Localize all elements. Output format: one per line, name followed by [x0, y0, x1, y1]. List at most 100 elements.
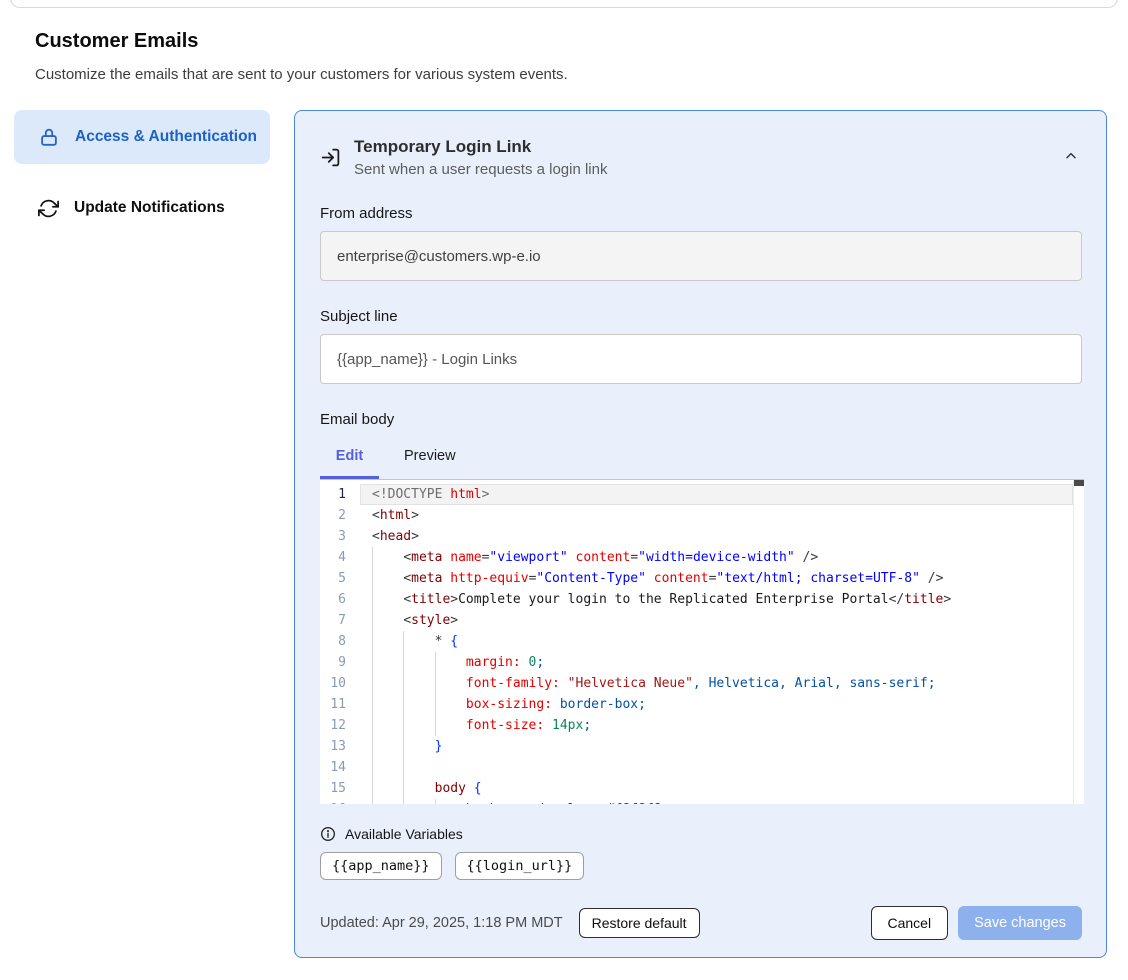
- code-token: font-size:: [466, 718, 544, 733]
- code-line[interactable]: 16 background-color: #f8f8f8;: [320, 799, 1073, 804]
- indent-guide: [403, 631, 404, 652]
- subject-line-input[interactable]: [320, 334, 1082, 384]
- code-token: 14px: [552, 718, 583, 733]
- code-token: [372, 697, 466, 712]
- code-token: content: [654, 571, 709, 586]
- code-token: {: [450, 634, 458, 649]
- line-number: 1: [320, 484, 360, 505]
- code-token: >: [411, 508, 419, 523]
- code-line-content: <!DOCTYPE html>: [360, 484, 1073, 505]
- indent-guide: [372, 757, 373, 778]
- page-subtitle: Customize the emails that are sent to yo…: [35, 66, 568, 83]
- code-token: name: [450, 550, 481, 565]
- cancel-button[interactable]: Cancel: [871, 906, 949, 940]
- email-settings-panel: Temporary Login Link Sent when a user re…: [294, 110, 1107, 958]
- code-line-content: <meta name="viewport" content="width=dev…: [360, 547, 1073, 568]
- code-token: }: [435, 739, 443, 754]
- indent-guide: [403, 715, 404, 736]
- code-token: >: [450, 592, 458, 607]
- line-number: 14: [320, 757, 360, 778]
- code-token: />: [920, 571, 943, 586]
- code-line-content: body {: [360, 778, 1073, 799]
- code-token: http-equiv: [450, 571, 528, 586]
- line-number: 11: [320, 694, 360, 715]
- code-line[interactable]: 3<head>: [320, 526, 1073, 547]
- from-address-input[interactable]: [320, 231, 1082, 281]
- code-token: Helvetica: [709, 676, 779, 691]
- code-token: <: [403, 592, 411, 607]
- code-token: [552, 697, 560, 712]
- code-line[interactable]: 14: [320, 757, 1073, 778]
- code-line[interactable]: 10 font-family: "Helvetica Neue", Helvet…: [320, 673, 1073, 694]
- code-line[interactable]: 4 <meta name="viewport" content="width=d…: [320, 547, 1073, 568]
- line-number: 16: [320, 799, 360, 804]
- code-token: sans-serif: [849, 676, 927, 691]
- indent-guide: [372, 715, 373, 736]
- code-line-content: box-sizing: border-box;: [360, 694, 1073, 715]
- code-token: font-family:: [466, 676, 560, 691]
- editor-scrollbar[interactable]: [1073, 480, 1084, 804]
- panel-header-text: Temporary Login Link Sent when a user re…: [354, 137, 607, 178]
- code-token: content: [576, 550, 631, 565]
- email-body-label: Email body: [320, 411, 1082, 428]
- code-line-content: * {: [360, 631, 1073, 652]
- sidebar-item-label: Access & Authentication: [75, 125, 257, 149]
- tab-edit[interactable]: Edit: [320, 442, 379, 479]
- panel-header: Temporary Login Link Sent when a user re…: [320, 137, 1082, 178]
- refresh-icon: [38, 198, 59, 219]
- code-token: Arial: [795, 676, 834, 691]
- restore-default-button[interactable]: Restore default: [579, 908, 700, 938]
- code-token: "width=device-width": [638, 550, 795, 565]
- code-line[interactable]: 1<!DOCTYPE html>: [320, 484, 1073, 505]
- code-token: "Helvetica Neue": [568, 676, 693, 691]
- collapse-panel-button[interactable]: [1060, 145, 1082, 170]
- code-line[interactable]: 7 <style>: [320, 610, 1073, 631]
- code-line[interactable]: 6 <title>Complete your login to the Repl…: [320, 589, 1073, 610]
- code-line[interactable]: 5 <meta http-equiv="Content-Type" conten…: [320, 568, 1073, 589]
- line-number: 13: [320, 736, 360, 757]
- indent-guide: [403, 694, 404, 715]
- line-number: 12: [320, 715, 360, 736]
- code-line[interactable]: 2<html>: [320, 505, 1073, 526]
- variable-chip-login-url[interactable]: {{login_url}}: [455, 852, 585, 880]
- code-token: box-sizing:: [466, 697, 552, 712]
- sidebar-item-update-notifications[interactable]: Update Notifications: [14, 181, 270, 235]
- code-line[interactable]: 8 * {: [320, 631, 1073, 652]
- code-token: [787, 676, 795, 691]
- code-line[interactable]: 11 box-sizing: border-box;: [320, 694, 1073, 715]
- code-token: ,: [834, 676, 842, 691]
- line-number: 4: [320, 547, 360, 568]
- tab-preview[interactable]: Preview: [404, 442, 456, 479]
- code-line[interactable]: 12 font-size: 14px;: [320, 715, 1073, 736]
- variable-chip-app-name[interactable]: {{app_name}}: [320, 852, 442, 880]
- code-token: "viewport": [489, 550, 567, 565]
- code-editor[interactable]: 1<!DOCTYPE html>2<html>3<head>4 <meta na…: [320, 479, 1084, 804]
- code-line-content: background-color: #f8f8f8;: [360, 799, 1073, 804]
- indent-guide: [403, 736, 404, 757]
- line-number: 15: [320, 778, 360, 799]
- panel-subtitle: Sent when a user requests a login link: [354, 161, 607, 178]
- code-lines: 1<!DOCTYPE html>2<html>3<head>4 <meta na…: [320, 484, 1073, 804]
- code-token: [544, 718, 552, 733]
- editor-scrollbar-thumb[interactable]: [1074, 480, 1084, 486]
- code-line[interactable]: 9 margin: 0;: [320, 652, 1073, 673]
- code-line[interactable]: 15 body {: [320, 778, 1073, 799]
- indent-guide: [372, 547, 373, 568]
- indent-guide: [372, 673, 373, 694]
- code-token: >: [943, 592, 951, 607]
- info-icon: [320, 826, 336, 842]
- code-token: <: [403, 550, 411, 565]
- save-changes-button[interactable]: Save changes: [958, 906, 1082, 940]
- code-token: meta: [411, 571, 442, 586]
- line-number: 5: [320, 568, 360, 589]
- indent-guide: [435, 652, 436, 673]
- code-line-content: [360, 757, 1073, 778]
- indent-guide: [435, 715, 436, 736]
- chevron-up-icon: [1064, 149, 1078, 166]
- code-token: <: [372, 529, 380, 544]
- code-line[interactable]: 13 }: [320, 736, 1073, 757]
- code-token: </: [889, 592, 905, 607]
- code-token: title: [411, 592, 450, 607]
- code-token: html: [380, 508, 411, 523]
- sidebar-item-access-authentication[interactable]: Access & Authentication: [14, 110, 270, 164]
